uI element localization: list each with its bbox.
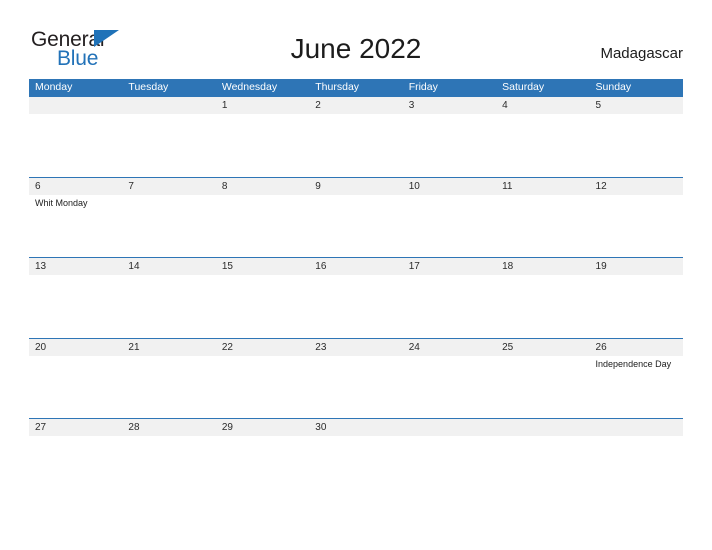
weekday-header-thursday: Thursday [315,81,360,93]
day-events[interactable] [122,356,215,418]
day-events[interactable] [496,356,589,418]
day-events[interactable] [496,275,589,337]
day-events[interactable] [590,195,683,257]
event-label: Whit Monday [35,197,88,208]
day-events[interactable] [29,114,122,176]
page-header: General Blue June 2022 Madagascar [0,0,712,78]
day-number[interactable]: 16 [309,258,402,275]
day-number[interactable] [496,419,589,436]
day-events[interactable] [216,436,309,498]
day-number[interactable] [403,419,496,436]
week-date-band: 20 21 22 23 24 25 26 [29,338,683,356]
day-number[interactable]: 6 [29,178,122,195]
week-date-band: 6 7 8 9 10 11 12 [29,177,683,195]
week-event-band: Whit Monday [29,195,683,257]
day-number[interactable] [590,419,683,436]
day-events[interactable]: Whit Monday [29,195,122,257]
day-number[interactable]: 19 [590,258,683,275]
day-number[interactable]: 29 [216,419,309,436]
day-number[interactable]: 15 [216,258,309,275]
day-number[interactable]: 27 [29,419,122,436]
day-events[interactable] [122,436,215,498]
weekday-header-row: Monday Tuesday Wednesday Thursday Friday… [29,79,683,96]
day-events[interactable] [496,436,589,498]
day-number[interactable]: 17 [403,258,496,275]
day-number[interactable]: 4 [496,97,589,114]
day-number[interactable]: 25 [496,339,589,356]
week-row: 20 21 22 23 24 25 26 Independence Day [29,337,683,418]
weekday-header-wednesday: Wednesday [221,81,278,93]
day-number[interactable] [122,97,215,114]
day-number[interactable]: 12 [590,178,683,195]
day-events[interactable] [403,436,496,498]
day-events[interactable] [309,195,402,257]
day-number[interactable]: 3 [403,97,496,114]
week-date-band: 13 14 15 16 17 18 19 [29,258,683,275]
day-number[interactable]: 24 [403,339,496,356]
day-number[interactable]: 7 [122,178,215,195]
day-number[interactable]: 1 [216,97,309,114]
day-events[interactable] [29,275,122,337]
country-label: Madagascar [600,45,683,62]
day-events[interactable] [122,275,215,337]
day-number[interactable]: 14 [122,258,215,275]
day-number[interactable]: 21 [122,339,215,356]
day-events[interactable] [590,114,683,176]
week-event-band [29,436,683,498]
week-date-band: 1 2 3 4 5 [29,97,683,114]
day-events[interactable] [29,356,122,418]
day-number[interactable]: 30 [309,419,402,436]
day-number[interactable]: 9 [309,178,402,195]
day-events[interactable] [216,114,309,176]
day-events[interactable] [216,275,309,337]
day-events[interactable] [403,114,496,176]
week-event-band [29,114,683,176]
day-events[interactable] [122,195,215,257]
day-number[interactable]: 13 [29,258,122,275]
day-events[interactable] [29,436,122,498]
day-events[interactable] [496,195,589,257]
event-label: Independence Day [595,358,672,369]
week-event-band [29,275,683,337]
week-date-band: 27 28 29 30 [29,419,683,436]
day-events[interactable] [309,436,402,498]
week-row: 1 2 3 4 5 [29,96,683,177]
day-events[interactable] [496,114,589,176]
day-number[interactable]: 10 [403,178,496,195]
day-events[interactable] [590,275,683,337]
day-events[interactable] [403,195,496,257]
day-number[interactable]: 23 [309,339,402,356]
day-events[interactable] [590,436,683,498]
week-row: 27 28 29 30 [29,418,683,499]
day-events[interactable] [403,275,496,337]
day-number[interactable] [29,97,122,114]
day-events[interactable] [122,114,215,176]
day-number[interactable]: 20 [29,339,122,356]
day-events[interactable] [309,356,402,418]
day-number[interactable]: 2 [309,97,402,114]
calendar-grid: Monday Tuesday Wednesday Thursday Friday… [29,79,683,499]
weekday-header-friday: Friday [408,81,438,93]
day-events[interactable] [216,356,309,418]
day-number[interactable]: 28 [122,419,215,436]
weekday-header-monday: Monday [35,81,73,93]
day-number[interactable]: 5 [590,97,683,114]
day-number[interactable]: 8 [216,178,309,195]
day-events[interactable]: Independence Day [590,356,683,418]
day-events[interactable] [309,114,402,176]
week-event-band: Independence Day [29,356,683,418]
calendar-page: General Blue June 2022 Madagascar Monday… [0,0,712,550]
weekday-header-sunday: Sunday [595,81,632,93]
day-events[interactable] [309,275,402,337]
day-number[interactable]: 26 [590,339,683,356]
weekday-header-tuesday: Tuesday [128,81,169,93]
day-events[interactable] [403,356,496,418]
day-number[interactable]: 22 [216,339,309,356]
week-row: 13 14 15 16 17 18 19 [29,257,683,338]
day-events[interactable] [216,195,309,257]
day-number[interactable]: 11 [496,178,589,195]
weekday-header-saturday: Saturday [502,81,545,93]
week-row: 6 7 8 9 10 11 12 Whit Monday [29,176,683,257]
day-number[interactable]: 18 [496,258,589,275]
